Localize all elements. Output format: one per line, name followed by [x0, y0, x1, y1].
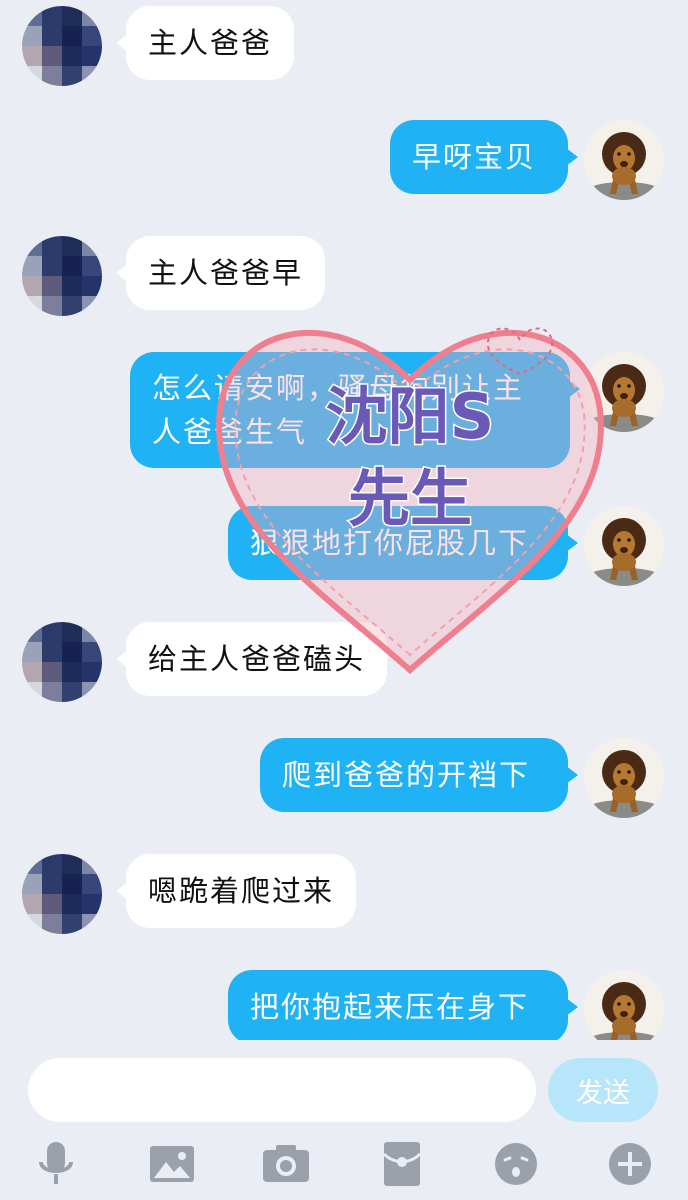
incoming-message-bubble[interactable]: 主人爸爸早 — [115, 236, 326, 310]
outgoing-message-bubble[interactable]: 早呀宝贝 — [390, 120, 578, 194]
incoming-message-bubble[interactable]: 给主人爸爸磕头 — [115, 622, 388, 696]
my-avatar-lion[interactable] — [584, 738, 664, 818]
message-text: 狠狠地打你屁股几下 — [250, 526, 530, 560]
message-text-line: 怎么请安啊，骚母狗别让主 — [152, 371, 525, 405]
my-avatar-lion[interactable] — [584, 506, 664, 586]
emoji-icon[interactable] — [488, 1136, 544, 1192]
outgoing-message-bubble[interactable]: 怎么请安啊，骚母狗别让主 人爸爸生气 — [130, 352, 580, 468]
message-text: 早呀宝贝 — [412, 140, 537, 174]
contact-avatar[interactable] — [22, 854, 102, 934]
contact-avatar[interactable] — [22, 622, 102, 702]
message-text-line: 人爸爸生气 — [152, 415, 308, 449]
outgoing-message-bubble[interactable]: 狠狠地打你屁股几下 — [228, 506, 578, 580]
my-avatar-lion[interactable] — [584, 970, 664, 1040]
image-icon[interactable] — [144, 1136, 200, 1192]
incoming-message-bubble[interactable]: 主人爸爸 — [115, 6, 295, 80]
chat-area[interactable]: 主人爸爸 早呀宝贝 主人爸爸早 怎么请安啊，骚母狗别让主 人爸爸生气 狠狠地打你… — [0, 0, 688, 1040]
send-button[interactable]: 发送 — [548, 1058, 658, 1122]
microphone-icon[interactable] — [28, 1136, 84, 1192]
outgoing-message-bubble[interactable]: 把你抱起来压在身下 — [228, 970, 578, 1040]
message-text: 主人爸爸 — [148, 26, 273, 60]
input-bar: 发送 — [0, 1040, 688, 1136]
message-text: 把你抱起来压在身下 — [250, 990, 530, 1024]
camera-icon[interactable] — [258, 1136, 314, 1192]
message-input[interactable] — [28, 1058, 536, 1122]
outgoing-message-bubble[interactable]: 爬到爸爸的开裆下 — [260, 738, 578, 812]
message-text: 给主人爸爸磕头 — [148, 642, 366, 676]
contact-avatar[interactable] — [22, 6, 102, 86]
my-avatar-lion[interactable] — [584, 352, 664, 432]
bottom-toolbar — [0, 1136, 688, 1200]
message-text: 主人爸爸早 — [148, 256, 304, 290]
message-text: 嗯跪着爬过来 — [148, 874, 335, 908]
message-text: 爬到爸爸的开裆下 — [282, 758, 531, 792]
my-avatar-lion[interactable] — [584, 120, 664, 200]
plus-icon[interactable] — [602, 1136, 658, 1192]
incoming-message-bubble[interactable]: 嗯跪着爬过来 — [115, 854, 357, 928]
contact-avatar[interactable] — [22, 236, 102, 316]
red-envelope-icon[interactable] — [374, 1136, 430, 1192]
